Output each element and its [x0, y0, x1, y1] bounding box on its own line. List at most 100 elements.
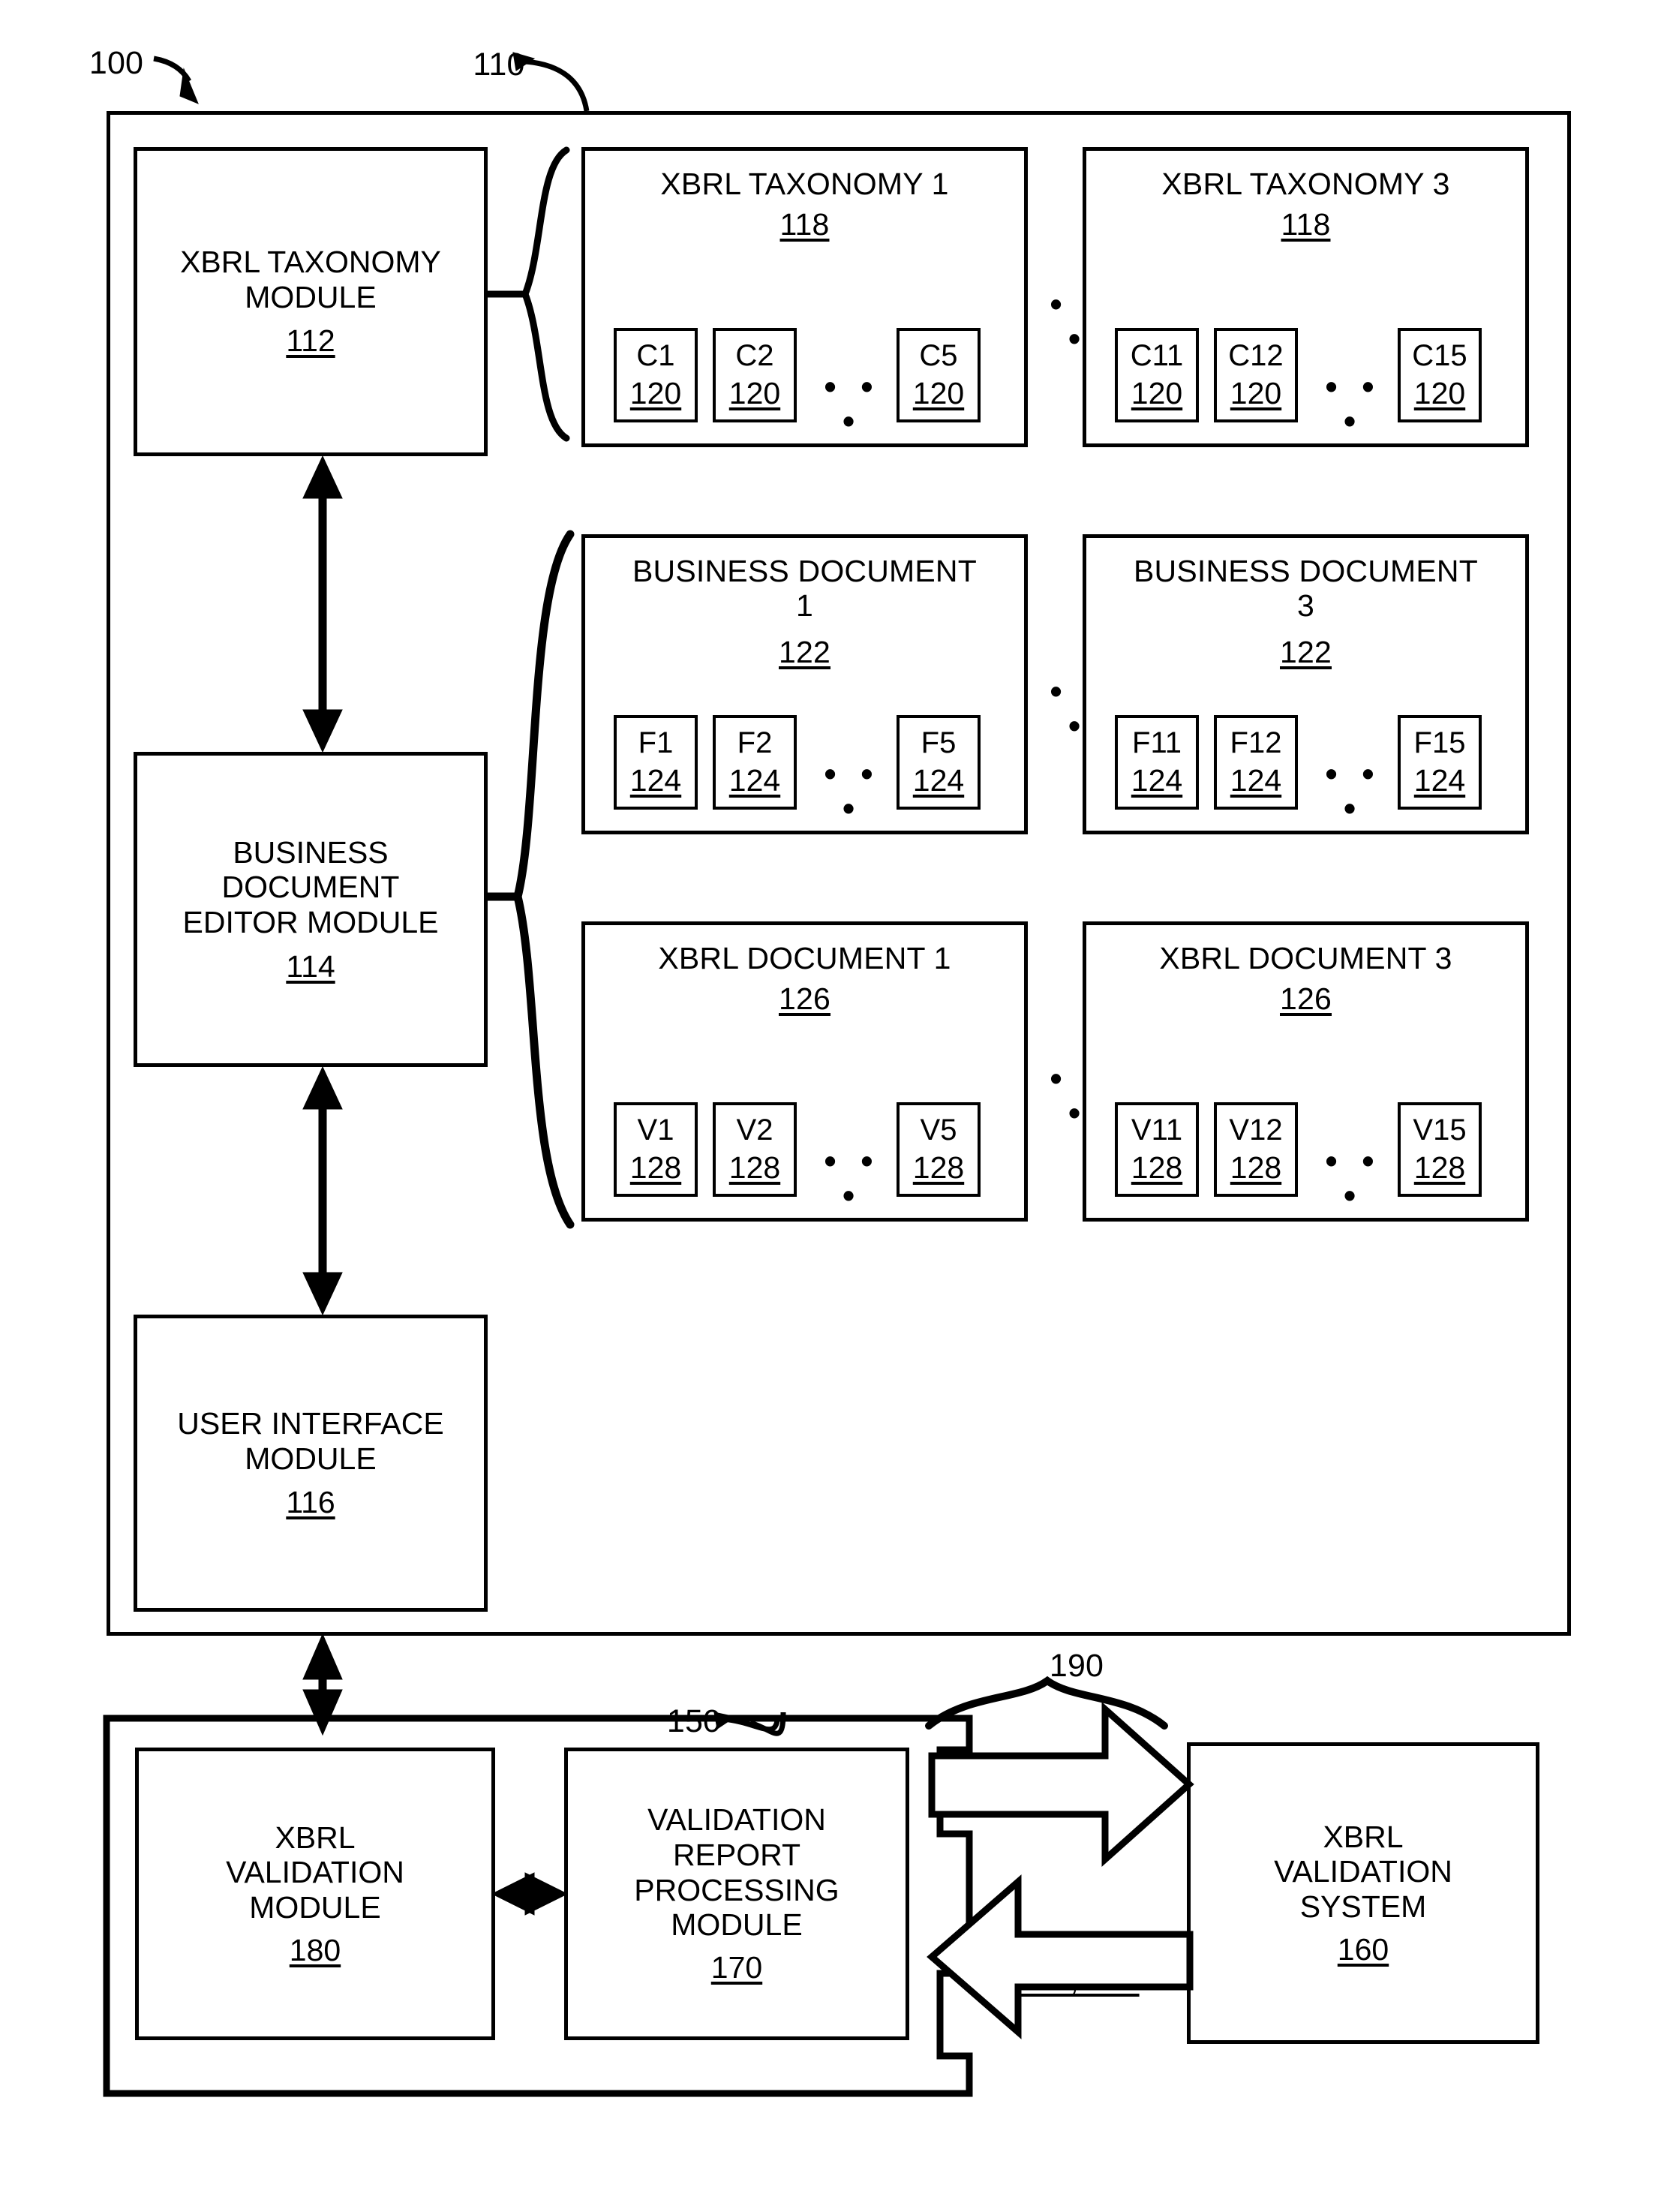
component-c2-ref: 120 — [728, 376, 781, 411]
fact-f2[interactable]: F2 124 — [713, 715, 797, 810]
fact-f1-label: F1 — [638, 726, 674, 759]
component-c11-label: C11 — [1130, 338, 1184, 372]
fact-f12[interactable]: F12 124 — [1214, 715, 1298, 810]
group-business-document-3-title: BUSINESS DOCUMENT 3 — [1133, 554, 1478, 623]
value-v12-ref: 128 — [1230, 1150, 1282, 1186]
leader-150-curve — [723, 1716, 780, 1733]
value-v15-label: V15 — [1413, 1113, 1467, 1147]
component-c5[interactable]: C5 120 — [897, 328, 981, 422]
fact-f15-label: F15 — [1413, 726, 1466, 759]
xbrl-validation-system[interactable]: XBRL VALIDATION SYSTEM 160 — [1187, 1742, 1539, 2044]
component-c5-label: C5 — [919, 338, 958, 372]
leader-150-curve2 — [749, 1712, 786, 1736]
fact-f11-label: F11 — [1132, 726, 1182, 759]
validation-report-processing-module[interactable]: VALIDATION REPORT PROCESSING MODULE 170 — [564, 1748, 909, 2040]
fact-f5-ref: 124 — [912, 763, 965, 798]
group-taxonomy-1-title: XBRL TAXONOMY 1 — [660, 167, 949, 201]
validation-report-processing-module-title: VALIDATION REPORT PROCESSING MODULE — [634, 1802, 840, 1943]
value-v12[interactable]: V12 128 — [1214, 1102, 1298, 1197]
business-document-editor-module[interactable]: BUSINESS DOCUMENT EDITOR MODULE 114 — [134, 752, 488, 1067]
arrow-ui-validation-up — [302, 1633, 343, 1680]
component-c12[interactable]: C12 120 — [1214, 328, 1298, 422]
xbrl-validation-module-ref: 180 — [289, 1932, 341, 1967]
component-c5-ref: 120 — [912, 376, 965, 411]
flow-label-outbound: 152, 152' — [1015, 1781, 1143, 1816]
component-ellipsis-taxonomy-1: • • • — [824, 367, 881, 440]
component-ellipsis-taxonomy-3: • • • — [1325, 367, 1382, 440]
flow-arrow-inbound — [927, 1874, 1194, 2039]
leader-100-arrow — [153, 56, 192, 83]
fact-f1[interactable]: F1 124 — [614, 715, 698, 810]
fact-f12-label: F12 — [1230, 726, 1282, 759]
component-c2[interactable]: C2 120 — [713, 328, 797, 422]
value-v1[interactable]: V1 128 — [614, 1102, 698, 1197]
value-v15[interactable]: V15 128 — [1398, 1102, 1482, 1197]
fact-f2-ref: 124 — [728, 763, 781, 798]
component-c1-ref: 120 — [629, 376, 682, 411]
xbrl-validation-system-ref: 160 — [1337, 1931, 1389, 1967]
value-v11-ref: 128 — [1131, 1150, 1183, 1186]
group-xbrl-document-1-title: XBRL DOCUMENT 1 — [658, 941, 951, 975]
group-taxonomy-3-ref: 118 — [1281, 207, 1331, 242]
xbrl-validation-system-title: XBRL VALIDATION SYSTEM — [1274, 1819, 1452, 1924]
value-v15-ref: 128 — [1413, 1150, 1466, 1186]
fact-f11[interactable]: F11 124 — [1115, 715, 1199, 810]
group-xbrl-document-3-title: XBRL DOCUMENT 3 — [1159, 941, 1452, 975]
group-xbrl-document-1: XBRL DOCUMENT 1 126 V1 128 V2 128 • • • … — [581, 921, 1028, 1222]
fact-f15-ref: 124 — [1413, 763, 1466, 798]
fact-f11-ref: 124 — [1131, 763, 1183, 798]
group-taxonomy-3: XBRL TAXONOMY 3 118 C11 120 C12 120 • • … — [1083, 147, 1529, 447]
component-c1[interactable]: C1 120 — [614, 328, 698, 422]
value-v2-ref: 128 — [728, 1150, 781, 1186]
value-v11-label: V11 — [1131, 1113, 1183, 1147]
group-taxonomy-3-title: XBRL TAXONOMY 3 — [1161, 167, 1450, 201]
user-interface-module-title: USER INTERFACE MODULE — [177, 1405, 444, 1476]
group-taxonomy-1-ref: 118 — [779, 207, 830, 242]
component-ellipsis-xbrl-document-1: • • • — [824, 1141, 881, 1215]
arrow-ui-validation-down — [302, 1689, 343, 1736]
patent-figure: 100 110 150 190 XBRL TAXONOMY MODULE 112… — [0, 0, 1670, 2212]
business-document-editor-module-title: BUSINESS DOCUMENT EDITOR MODULE — [182, 834, 439, 939]
xbrl-validation-module[interactable]: XBRL VALIDATION MODULE 180 — [135, 1748, 495, 2040]
component-c15-ref: 120 — [1413, 376, 1466, 411]
callout-100: 100 — [89, 45, 144, 81]
callout-150: 150 — [666, 1703, 722, 1739]
group-xbrl-document-3: XBRL DOCUMENT 3 126 V11 128 V12 128 • • … — [1083, 921, 1529, 1222]
xbrl-taxonomy-module-title: XBRL TAXONOMY MODULE — [180, 244, 441, 314]
component-c1-label: C1 — [636, 338, 675, 372]
component-ellipsis-business-document-3: • • • — [1325, 754, 1382, 828]
group-business-document-1: BUSINESS DOCUMENT 1 122 F1 124 F2 124 • … — [581, 534, 1028, 834]
validation-report-processing-module-ref: 170 — [710, 1950, 763, 1985]
value-v5[interactable]: V5 128 — [897, 1102, 981, 1197]
component-ellipsis-xbrl-document-3: • • • — [1325, 1141, 1382, 1215]
xbrl-taxonomy-module[interactable]: XBRL TAXONOMY MODULE 112 — [134, 147, 488, 456]
value-v1-ref: 128 — [629, 1150, 682, 1186]
value-v12-label: V12 — [1229, 1113, 1283, 1147]
value-v11[interactable]: V11 128 — [1115, 1102, 1199, 1197]
callout-190: 190 — [1049, 1648, 1104, 1684]
group-business-document-1-ref: 122 — [778, 635, 830, 669]
user-interface-module[interactable]: USER INTERFACE MODULE 116 — [134, 1315, 488, 1612]
group-xbrl-document-1-ref: 126 — [778, 981, 830, 1016]
component-c11[interactable]: C11 120 — [1115, 328, 1199, 422]
group-business-document-3-ref: 122 — [1279, 635, 1332, 669]
fact-f5[interactable]: F5 124 — [897, 715, 981, 810]
leader-100-arrowhead — [179, 68, 199, 104]
component-ellipsis-business-document-1: • • • — [824, 754, 881, 828]
group-xbrl-document-3-ref: 126 — [1279, 981, 1332, 1016]
flow-label-inbound: 154, 156 — [1018, 1962, 1140, 1997]
component-c15[interactable]: C15 120 — [1398, 328, 1482, 422]
fact-f12-ref: 124 — [1230, 763, 1282, 798]
leader-110-curve — [524, 59, 590, 112]
fact-f5-label: F5 — [921, 726, 957, 759]
component-c12-label: C12 — [1228, 338, 1284, 372]
fact-f1-ref: 124 — [629, 763, 682, 798]
component-c2-label: C2 — [735, 338, 774, 372]
fact-f2-label: F2 — [737, 726, 773, 759]
value-v2[interactable]: V2 128 — [713, 1102, 797, 1197]
value-v2-label: V2 — [736, 1113, 773, 1147]
business-document-editor-module-ref: 114 — [286, 948, 335, 984]
arrow-validation-report-right — [524, 1872, 569, 1916]
fact-f15[interactable]: F15 124 — [1398, 715, 1482, 810]
component-c11-ref: 120 — [1131, 376, 1183, 411]
